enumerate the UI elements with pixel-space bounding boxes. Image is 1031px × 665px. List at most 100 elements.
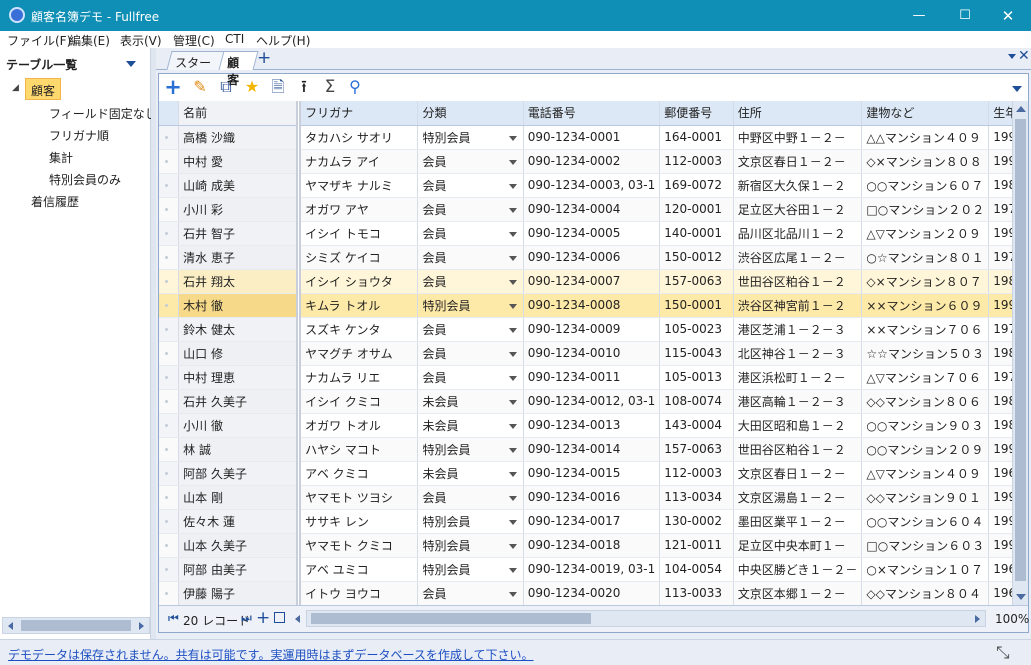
cell-name[interactable]: 小川 徹 [178,413,302,438]
cell-furigana[interactable]: ナカムラ アイ [298,149,419,174]
table-row[interactable]: 中村 理恵 ナカムラ リエ 会員 090-1234-0011 105-0013 港区浜松町… [159,365,1028,390]
dropdown-arrow-icon[interactable] [508,447,517,453]
tab-kokyaku[interactable]: 顧客 [218,51,259,87]
table-row[interactable]: 高橋 沙織 タカハシ サオリ 特別会員 090-1234-0001 164-0001 中野… [159,125,1028,150]
cell-furigana[interactable]: ヤマグチ オサム [298,341,419,366]
cell-furigana[interactable]: ヤマモト クミコ [298,533,419,558]
row-indicator[interactable] [159,437,180,462]
scroll-up-icon[interactable] [1016,106,1026,112]
tab-list-chevron-icon[interactable] [1008,54,1016,59]
row-indicator[interactable] [159,509,180,534]
cell-building[interactable]: △▽マンション４０９ [861,461,990,486]
scroll-right-icon[interactable] [139,622,144,630]
cell-name[interactable]: 木村 徹 [178,293,302,318]
add-record-icon[interactable]: + [164,77,182,98]
cell-building[interactable]: ◇◇マンション８０６ [861,389,990,414]
table-row[interactable]: 小川 徹 オガワ トオル 未会員 090-1234-0013 143-0004 大田区昭和… [159,413,1028,438]
cell-address[interactable]: 品川区北品川１－２ [733,221,863,246]
cell-name[interactable]: 山本 久美子 [178,533,302,558]
cell-building[interactable]: ◇×マンション８０８ [861,149,990,174]
row-indicator[interactable] [159,149,180,174]
row-indicator[interactable] [159,533,180,558]
cell-building[interactable]: △△マンション４０９ [861,125,990,150]
cell-zip[interactable]: 105-0023 [659,317,734,342]
dropdown-arrow-icon[interactable] [508,591,517,597]
menu-manage[interactable]: 管理(C) [173,32,215,49]
cell-category[interactable]: 会員 [417,365,524,390]
cell-address[interactable]: 港区高輪１－２－３ [733,389,863,414]
cell-zip[interactable]: 164-0001 [659,125,734,150]
cell-address[interactable]: 墨田区業平１－２－ [733,509,863,534]
cell-building[interactable]: ××マンション７０６ [861,317,990,342]
cell-zip[interactable]: 130-0002 [659,509,734,534]
cell-name[interactable]: 中村 理恵 [178,365,302,390]
cell-zip[interactable]: 143-0004 [659,413,734,438]
dropdown-arrow-icon[interactable] [508,255,517,261]
cell-name[interactable]: 清水 恵子 [178,245,302,270]
cell-zip[interactable]: 150-0001 [659,293,734,318]
column-header-address[interactable]: 住所 [733,101,863,126]
cell-furigana[interactable]: ヤマモト ツヨシ [298,485,419,510]
cell-phone[interactable]: 090-1234-0014 [523,437,661,462]
dropdown-arrow-icon[interactable] [508,399,517,405]
dropdown-arrow-icon[interactable] [508,327,517,333]
export-icon[interactable]: ⭱ [295,78,313,96]
dropdown-arrow-icon[interactable] [508,495,517,501]
tab-start[interactable]: スタート [166,51,227,87]
last-record-icon[interactable]: ⏭ [241,611,252,626]
row-indicator[interactable] [159,317,180,342]
tree-item-summary[interactable]: 集計 [49,149,73,166]
cell-furigana[interactable]: キムラ トオル [298,293,419,318]
cell-zip[interactable]: 105-0013 [659,365,734,390]
cell-address[interactable]: 大田区昭和島１－２ [733,413,863,438]
table-row[interactable]: 石井 智子 イシイ トモコ 会員 090-1234-0005 140-0001 品川区北品… [159,221,1028,246]
row-indicator[interactable] [159,341,180,366]
cell-name[interactable]: 伊藤 陽子 [178,581,302,605]
cell-address[interactable]: 中央区勝どき１－２－ [733,557,863,582]
cell-furigana[interactable]: ヤマザキ ナルミ [298,173,419,198]
column-header-phone[interactable]: 電話番号 [523,101,661,126]
report-icon[interactable]: 🗎 [269,78,287,96]
menu-cti[interactable]: CTI [225,32,244,46]
cell-furigana[interactable]: イシイ クミコ [298,389,419,414]
cell-building[interactable]: ○×マンション１０７ [861,557,990,582]
table-row[interactable]: 鈴木 健太 スズキ ケンタ 会員 090-1234-0009 105-0023 港区芝浦１… [159,317,1028,342]
scroll-down-icon[interactable] [1016,594,1026,600]
cell-furigana[interactable]: ナカムラ リエ [298,365,419,390]
status-message-link[interactable]: デモデータは保存されません。共有は可能です。実運用時はまずデータベースを作成して… [8,646,533,663]
edit-icon[interactable]: ✎ [191,78,209,96]
row-indicator[interactable] [159,413,180,438]
cell-furigana[interactable]: アベ ユミコ [298,557,419,582]
cell-phone[interactable]: 090-1234-0003, 03-1 [523,173,661,198]
cell-zip[interactable]: 157-0063 [659,269,734,294]
cell-building[interactable]: □○マンション２０２ [861,197,990,222]
table-row[interactable]: 山口 修 ヤマグチ オサム 会員 090-1234-0010 115-0043 北区神谷１… [159,341,1028,366]
tree-item-special-members[interactable]: 特別会員のみ [49,171,121,188]
cell-category[interactable]: 会員 [417,341,524,366]
cell-name[interactable]: 石井 久美子 [178,389,302,414]
vertical-scroll-thumb[interactable] [1015,119,1026,581]
row-indicator[interactable] [159,389,180,414]
cell-phone[interactable]: 090-1234-0004 [523,197,661,222]
cell-address[interactable]: 港区芝浦１－２－３ [733,317,863,342]
grid-horizontal-scrollbar[interactable] [306,610,986,627]
cell-furigana[interactable]: シミズ ケイコ [298,245,419,270]
cell-address[interactable]: 文京区春日１－２－ [733,149,863,174]
table-row[interactable]: 中村 愛 ナカムラ アイ 会員 090-1234-0002 112-0003 文京区春日１… [159,149,1028,174]
row-indicator[interactable] [159,293,180,318]
cell-category[interactable]: 会員 [417,221,524,246]
tree-expanded-icon[interactable]: ◢ [12,83,19,93]
cell-building[interactable]: ××マンション６０９ [861,293,990,318]
cell-zip[interactable]: 104-0054 [659,557,734,582]
cell-category[interactable]: 未会員 [417,461,524,486]
row-indicator[interactable] [159,365,180,390]
cell-zip[interactable]: 112-0003 [659,149,734,174]
cell-category[interactable]: 特別会員 [417,437,524,462]
cell-zip[interactable]: 115-0043 [659,341,734,366]
cell-phone[interactable]: 090-1234-0010 [523,341,661,366]
cell-phone[interactable]: 090-1234-0019, 03-1 [523,557,661,582]
scroll-left-icon[interactable] [295,615,300,623]
cell-category[interactable]: 会員 [417,149,524,174]
cell-building[interactable]: ◇◇マンション９０１ [861,485,990,510]
cell-category[interactable]: 会員 [417,269,524,294]
